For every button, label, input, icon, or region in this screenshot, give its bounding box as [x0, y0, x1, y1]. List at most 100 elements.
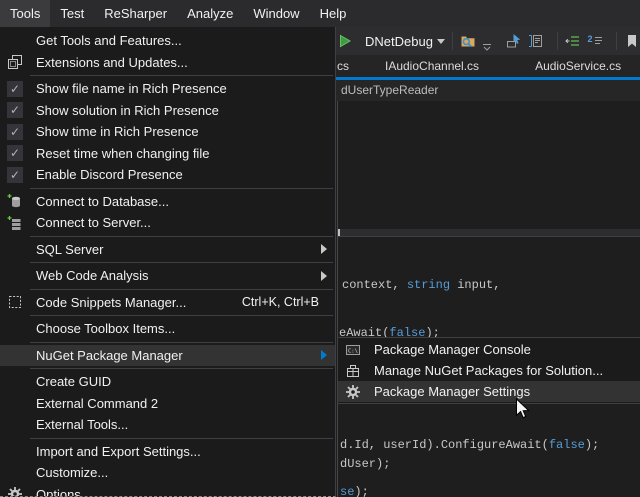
- menu-separator: [30, 315, 333, 316]
- menu-separator: [30, 438, 333, 439]
- menu-item-label: Choose Toolbox Items...: [36, 321, 175, 336]
- code-text: dUser);: [340, 457, 390, 471]
- submenu-item-label: Package Manager Console: [374, 342, 531, 357]
- menu-item-import-and-export-settings[interactable]: Import and Export Settings...: [0, 441, 335, 463]
- code-text: d.Id, userId).ConfigureAwait(: [340, 438, 549, 452]
- menubar-item-test[interactable]: Test: [50, 0, 94, 27]
- menu-item-nuget-package-manager[interactable]: NuGet Package Manager: [0, 345, 335, 367]
- menu-item-get-tools-and-features[interactable]: Get Tools and Features...: [0, 30, 335, 52]
- checkmark-icon: ✓: [7, 102, 23, 118]
- menu-item-label: Show time in Rich Presence: [36, 124, 199, 139]
- menu-separator: [30, 262, 333, 263]
- submenu-item-package-manager-settings[interactable]: Package Manager Settings: [338, 381, 640, 402]
- menu-item-label: NuGet Package Manager: [36, 348, 183, 363]
- editor-splitter[interactable]: [338, 229, 640, 237]
- navigate-to-icon[interactable]: [506, 33, 522, 49]
- menu-item-connect-to-server[interactable]: Connect to Server...: [0, 212, 335, 234]
- breadcrumb-text: dUserTypeReader: [341, 83, 438, 97]
- code-snippets-icon: [0, 294, 30, 310]
- checkmark-icon: ✓: [7, 167, 23, 183]
- menu-item-customize[interactable]: Customize...: [0, 462, 335, 484]
- submenu-arrow-icon: [321, 271, 327, 281]
- clone-code-icon[interactable]: [528, 33, 544, 49]
- menu-item-label: Code Snippets Manager...: [36, 295, 186, 310]
- svg-text:2: 2: [587, 34, 592, 44]
- submenu-arrow-icon: [321, 350, 327, 360]
- mouse-cursor: [515, 398, 530, 420]
- tab-audioservice-cs[interactable]: AudioService.cs: [535, 59, 621, 73]
- toolbar-separator: [616, 32, 617, 50]
- menu-item-label: Create GUID: [36, 374, 111, 389]
- menu-item-extensions-and-updates[interactable]: Extensions and Updates...: [0, 52, 335, 74]
- menubar-item-help[interactable]: Help: [310, 0, 357, 27]
- menu-item-label: Reset time when changing file: [36, 146, 209, 161]
- submenu-item-package-manager-console[interactable]: C:\ Package Manager Console: [338, 339, 640, 360]
- menu-item-reset-time-when-changing-file[interactable]: ✓ Reset time when changing file: [0, 143, 335, 165]
- menubar-item-analyze[interactable]: Analyze: [177, 0, 243, 27]
- code-line: d.Id, userId).ConfigureAwait(false);: [340, 438, 599, 453]
- menu-item-label: Import and Export Settings...: [36, 444, 201, 459]
- menu-item-options[interactable]: Options...: [0, 484, 335, 497]
- toolbar-separator: [557, 32, 558, 50]
- menu-item-external-command-2[interactable]: External Command 2: [0, 393, 335, 415]
- run-config-label[interactable]: DNetDebug: [365, 34, 433, 49]
- tab-iaudiochannel-cs[interactable]: IAudioChannel.cs: [385, 59, 479, 73]
- code-text: input,: [450, 278, 500, 292]
- submenu-item-label: Package Manager Settings: [374, 384, 530, 399]
- submenu-arrow-icon: [321, 244, 327, 254]
- find-in-files-icon[interactable]: [460, 33, 476, 49]
- menu-item-create-guid[interactable]: Create GUID: [0, 371, 335, 393]
- checkmark-icon: ✓: [7, 145, 23, 161]
- vs-window: cs IAudioChannel.cs AudioService.cs dUserT…: [0, 0, 640, 497]
- menu-item-enable-discord-presence[interactable]: ✓Enable Discord Presence: [0, 164, 335, 186]
- menubar-item-window[interactable]: Window: [243, 0, 309, 27]
- menu-separator: [30, 368, 333, 369]
- code-keyword: false: [549, 438, 585, 452]
- menu-item-label: Extensions and Updates...: [36, 55, 188, 70]
- menu-item-choose-toolbox-items[interactable]: Choose Toolbox Items...: [0, 318, 335, 340]
- menu-item-label: Customize...: [36, 465, 108, 480]
- code-text: );: [585, 438, 599, 452]
- menu-separator: [30, 236, 333, 237]
- checkmark-icon: ✓: [0, 102, 30, 118]
- menu-separator: [30, 289, 333, 290]
- code-keyword: string: [407, 278, 450, 292]
- menu-item-label: External Tools...: [36, 417, 128, 432]
- code-text: context,: [342, 278, 407, 292]
- svg-text:C:\: C:\: [348, 348, 358, 354]
- submenu-item-manage-nuget-packages-for-solution[interactable]: Manage NuGet Packages for Solution...: [338, 360, 640, 381]
- menu-bar: ToolsTestReSharperAnalyzeWindowHelp: [0, 0, 640, 27]
- menu-item-connect-to-database[interactable]: Connect to Database...: [0, 191, 335, 213]
- toolbar-separator: [452, 32, 453, 50]
- menu-item-show-time-in-rich-presence[interactable]: ✓ Show time in Rich Presence: [0, 121, 335, 143]
- menu-item-label: Show solution in Rich Presence: [36, 103, 219, 118]
- options-gear-icon: [0, 486, 30, 497]
- menubar-item-resharper[interactable]: ReSharper: [94, 0, 177, 27]
- menu-item-label: Get Tools and Features...: [36, 33, 182, 48]
- menu-item-code-snippets-manager[interactable]: Code Snippets Manager...Ctrl+K, Ctrl+B: [0, 292, 335, 314]
- menu-item-sql-server[interactable]: SQL Server: [0, 239, 335, 261]
- code-line: dUser);: [340, 457, 390, 472]
- start-debug-icon[interactable]: [337, 33, 353, 49]
- connect-database-icon: [0, 193, 30, 209]
- menubar-item-tools[interactable]: Tools: [0, 0, 50, 27]
- menu-item-show-solution-in-rich-presence[interactable]: ✓ Show solution in Rich Presence: [0, 100, 335, 122]
- checkmark-icon: ✓: [7, 124, 23, 140]
- overflow-chevron-icon[interactable]: [482, 42, 492, 52]
- settings-gear-icon: [338, 384, 368, 400]
- menu-item-show-file-name-in-rich-presence[interactable]: ✓ Show file name in Rich Presence: [0, 78, 335, 100]
- comment-lines-icon[interactable]: 2: [587, 33, 603, 49]
- tools-dropdown-menu: Get Tools and Features... Extensions and …: [0, 27, 336, 497]
- menu-item-external-tools[interactable]: External Tools...: [0, 414, 335, 436]
- menu-separator: [30, 188, 333, 189]
- checkmark-icon: ✓: [7, 81, 23, 97]
- bookmark-icon[interactable]: [624, 33, 640, 49]
- decrease-indent-icon[interactable]: [565, 33, 581, 49]
- checkmark-icon: ✓: [0, 81, 30, 97]
- menu-item-label: Show file name in Rich Presence: [36, 81, 227, 96]
- tab-cs[interactable]: cs: [337, 59, 349, 73]
- caret-down-icon[interactable]: [437, 39, 445, 44]
- checkmark-icon: ✓: [0, 167, 30, 183]
- console-icon: C:\: [338, 342, 368, 358]
- menu-item-web-code-analysis[interactable]: Web Code Analysis: [0, 265, 335, 287]
